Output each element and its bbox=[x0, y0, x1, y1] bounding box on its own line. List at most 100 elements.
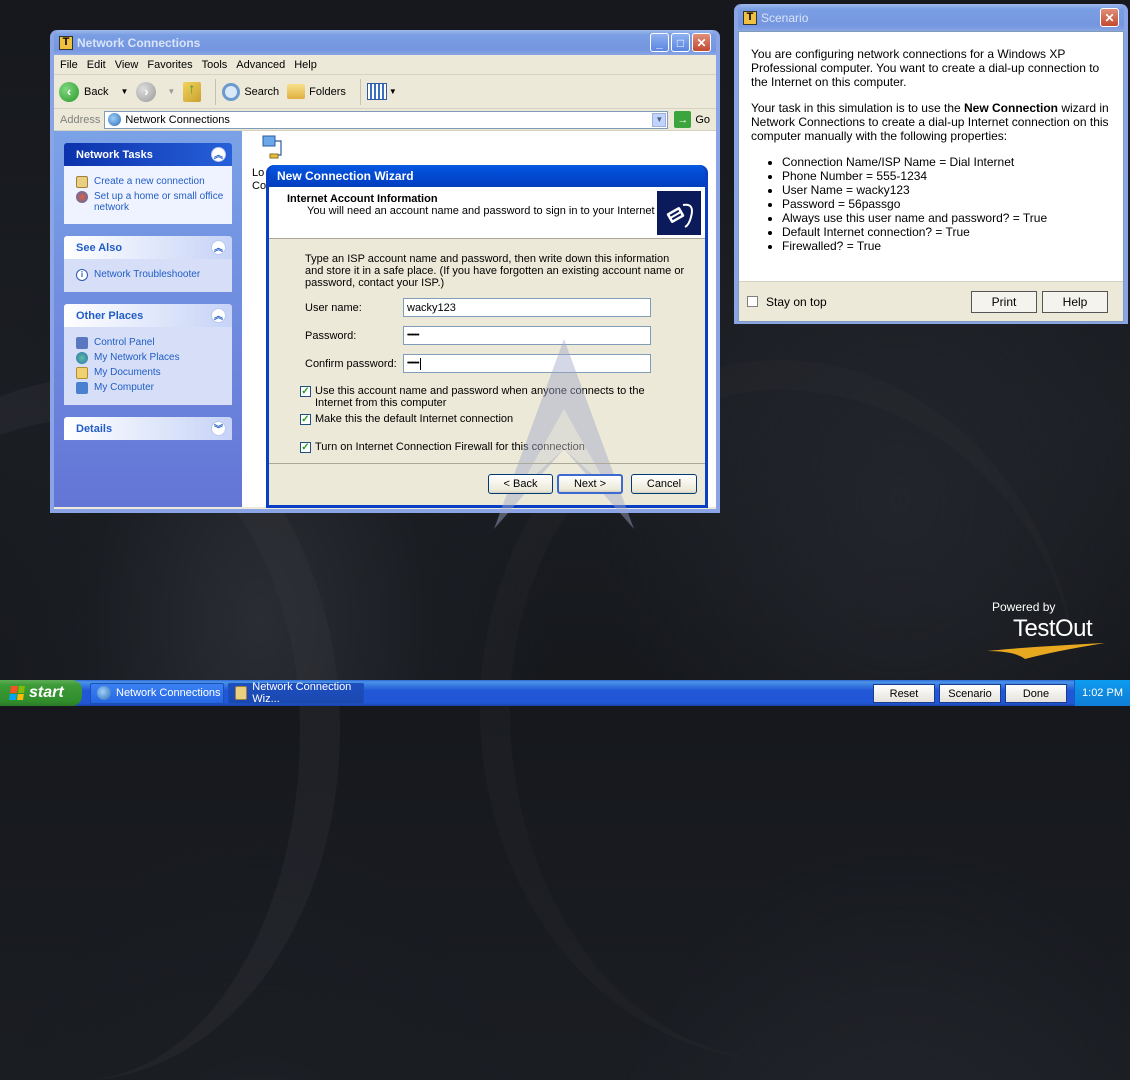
taskbar-item-network-connections[interactable]: Network Connections bbox=[90, 682, 224, 704]
menu-tools[interactable]: Tools bbox=[202, 59, 228, 71]
wizard-icon bbox=[235, 686, 248, 700]
password-input[interactable]: •••••••• bbox=[403, 326, 651, 345]
collapse-chevron-icon[interactable]: ︽ bbox=[211, 147, 226, 162]
create-new-connection-link[interactable]: Create a new connection bbox=[76, 176, 226, 188]
network-tasks-header[interactable]: Network Tasks ︽ bbox=[64, 143, 232, 166]
minimize-button[interactable]: _ bbox=[650, 33, 669, 52]
go-label: Go bbox=[695, 113, 710, 126]
stay-on-top-label[interactable]: Stay on top bbox=[766, 295, 827, 309]
link-label: Control Panel bbox=[94, 337, 155, 348]
menu-edit[interactable]: Edit bbox=[87, 59, 106, 71]
address-value: Network Connections bbox=[125, 113, 230, 126]
search-label: Search bbox=[244, 85, 280, 98]
folders-icon bbox=[287, 84, 306, 99]
control-panel-icon bbox=[76, 337, 88, 349]
stay-on-top-checkbox[interactable] bbox=[747, 296, 758, 307]
next-button[interactable]: Next > bbox=[557, 474, 623, 494]
windows-logo-icon bbox=[9, 686, 25, 700]
menu-file[interactable]: File bbox=[60, 59, 78, 71]
menu-help[interactable]: Help bbox=[294, 59, 317, 71]
expand-chevron-icon[interactable]: ︾ bbox=[211, 421, 226, 436]
confirm-password-label: Confirm password: bbox=[305, 357, 397, 370]
views-icon bbox=[366, 83, 387, 100]
link-label: Set up a home or small office network bbox=[94, 191, 224, 213]
details-header[interactable]: Details ︾ bbox=[64, 417, 232, 440]
address-dropdown-icon[interactable]: ▼ bbox=[652, 112, 667, 127]
close-button[interactable]: ✕ bbox=[692, 33, 711, 52]
property-item: User Name = wacky123 bbox=[782, 183, 1111, 197]
app-icon: T bbox=[743, 10, 757, 25]
go-button[interactable]: → Go bbox=[674, 111, 710, 128]
print-button[interactable]: Print bbox=[971, 291, 1037, 313]
property-item: Always use this user name and password? … bbox=[782, 211, 1111, 225]
taskbar-item-wizard[interactable]: Network Connection Wiz... bbox=[228, 681, 364, 705]
confirm-password-input[interactable]: •••••••• bbox=[403, 354, 651, 373]
forward-button[interactable]: › ▼ bbox=[136, 81, 175, 102]
link-label: My Computer bbox=[94, 382, 155, 393]
link-label: Network Troubleshooter bbox=[94, 269, 201, 280]
my-documents-link[interactable]: My Documents bbox=[76, 367, 226, 379]
wizard-intro-text: Type an ISP account name and password, t… bbox=[305, 253, 685, 289]
property-item: Default Internet connection? = True bbox=[782, 225, 1111, 239]
property-item: Firewalled? = True bbox=[782, 239, 1111, 253]
help-button[interactable]: Help bbox=[1042, 291, 1108, 313]
password-label: Password: bbox=[305, 329, 357, 342]
close-button[interactable]: ✕ bbox=[1100, 8, 1119, 27]
title-bar[interactable]: T Network Connections _ □ ✕ bbox=[54, 30, 716, 55]
use-account-checkbox[interactable]: ✓ bbox=[300, 386, 311, 397]
folders-label: Folders bbox=[309, 85, 346, 98]
done-button[interactable]: Done bbox=[1005, 684, 1067, 703]
testout-branding: Powered by TestOut bbox=[985, 600, 1115, 664]
menu-favorites[interactable]: Favorites bbox=[147, 59, 192, 71]
firewall-checkbox[interactable]: ✓ bbox=[300, 442, 311, 453]
back-label: Back bbox=[84, 85, 109, 98]
window-title: Network Connections bbox=[77, 35, 201, 50]
reset-button[interactable]: Reset bbox=[873, 684, 935, 703]
collapse-chevron-icon[interactable]: ︽ bbox=[211, 240, 226, 255]
back-button[interactable]: < Back bbox=[488, 474, 553, 494]
new-connection-icon bbox=[76, 176, 88, 188]
address-bar: Address Network Connections ▼ → Go bbox=[54, 109, 716, 131]
search-icon bbox=[222, 82, 241, 101]
collapse-chevron-icon[interactable]: ︽ bbox=[211, 308, 226, 323]
use-account-for-anyone-checkbox-row[interactable]: ✓ Use this account name and password whe… bbox=[300, 385, 685, 409]
confirm-password-value: •••••••• bbox=[407, 360, 420, 367]
network-places-icon bbox=[76, 352, 88, 364]
menu-view[interactable]: View bbox=[115, 59, 139, 71]
info-icon: i bbox=[76, 269, 88, 281]
lan-connection-label[interactable]: Lo Co bbox=[252, 167, 266, 193]
start-button[interactable]: start bbox=[0, 680, 82, 706]
up-folder-button[interactable]: ↑ bbox=[183, 80, 202, 102]
start-label: start bbox=[29, 684, 64, 701]
search-button[interactable]: Search bbox=[222, 82, 280, 101]
default-connection-checkbox-row[interactable]: ✓ Make this the default Internet connect… bbox=[300, 413, 685, 425]
cancel-button[interactable]: Cancel bbox=[631, 474, 697, 494]
wizard-title-bar[interactable]: New Connection Wizard bbox=[269, 165, 705, 187]
folders-button[interactable]: Folders bbox=[287, 84, 346, 99]
home-network-setup-link[interactable]: Set up a home or small office network bbox=[76, 191, 226, 213]
toolbar: ‹ Back ▼ › ▼ ↑ Search Folders ▼ bbox=[54, 75, 716, 109]
menu-advanced[interactable]: Advanced bbox=[236, 59, 285, 71]
network-troubleshooter-link[interactable]: i Network Troubleshooter bbox=[76, 269, 226, 281]
address-input[interactable]: Network Connections ▼ bbox=[104, 110, 669, 129]
back-dropdown-icon[interactable]: ▼ bbox=[120, 87, 128, 96]
forward-arrow-icon: › bbox=[136, 81, 157, 102]
back-button[interactable]: ‹ Back ▼ bbox=[59, 81, 128, 102]
lan-label-line2: Co bbox=[252, 180, 267, 192]
confirm-password-row: Confirm password: •••••••• bbox=[305, 354, 685, 373]
other-places-header[interactable]: Other Places ︽ bbox=[64, 304, 232, 327]
username-input[interactable]: wacky123 bbox=[403, 298, 651, 317]
default-connection-checkbox[interactable]: ✓ bbox=[300, 414, 311, 425]
network-globe-icon bbox=[97, 686, 111, 700]
scenario-title-bar[interactable]: T Scenario ✕ bbox=[738, 4, 1124, 31]
views-button[interactable]: ▼ bbox=[366, 83, 397, 100]
maximize-button[interactable]: □ bbox=[671, 33, 690, 52]
scenario-button[interactable]: Scenario bbox=[939, 684, 1001, 703]
firewall-checkbox-row[interactable]: ✓ Turn on Internet Connection Firewall f… bbox=[300, 441, 685, 453]
my-computer-link[interactable]: My Computer bbox=[76, 382, 226, 394]
my-network-places-link[interactable]: My Network Places bbox=[76, 352, 226, 364]
scenario-paragraph: You are configuring network connections … bbox=[751, 47, 1100, 89]
see-also-header[interactable]: See Also ︽ bbox=[64, 236, 232, 259]
control-panel-link[interactable]: Control Panel bbox=[76, 337, 226, 349]
lan-connection-icon[interactable] bbox=[262, 135, 284, 161]
